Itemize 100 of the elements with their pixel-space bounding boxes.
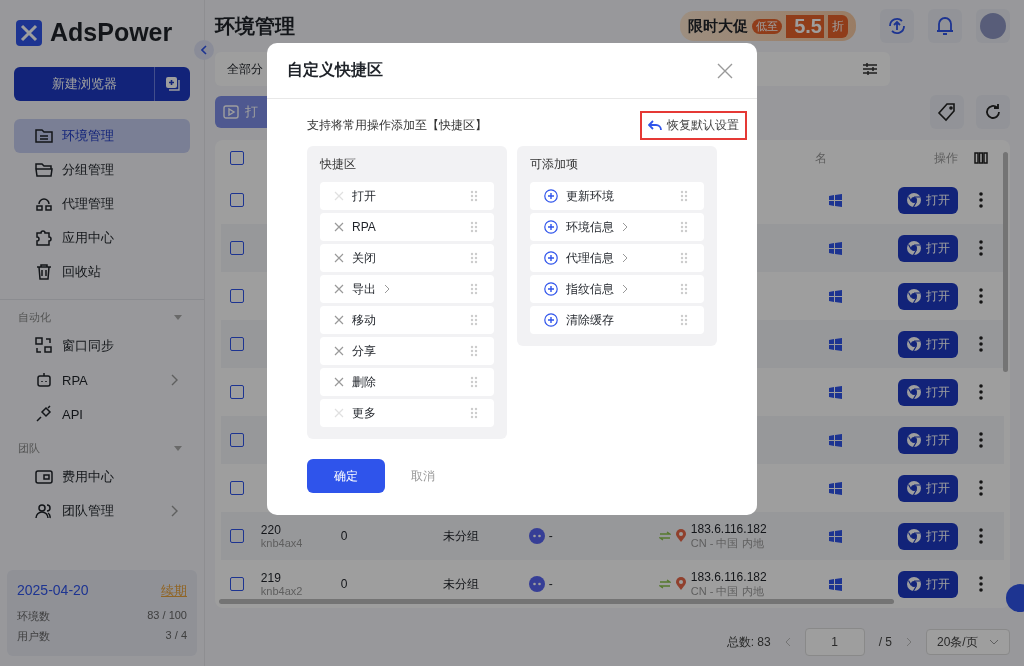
remove-icon[interactable]	[334, 315, 344, 325]
page-title: 环境管理	[215, 13, 296, 39]
shortcut-item[interactable]: RPA	[320, 213, 494, 241]
row-checkbox[interactable]	[229, 529, 244, 543]
nav-item[interactable]: 应用中心	[14, 221, 190, 255]
open-profile-button[interactable]: 打开	[898, 426, 959, 454]
nav-item[interactable]: RPA	[14, 363, 190, 397]
drag-handle-icon[interactable]	[470, 252, 478, 264]
available-item[interactable]: 环境信息	[530, 213, 704, 241]
update-button[interactable]	[880, 9, 914, 43]
drag-handle-icon[interactable]	[680, 314, 688, 326]
remove-icon[interactable]	[334, 346, 344, 356]
open-profile-button[interactable]: 打开	[898, 234, 959, 262]
platform-cell: -	[548, 529, 553, 543]
collapse-button[interactable]	[194, 40, 214, 60]
batch-add-button[interactable]	[155, 67, 190, 101]
panel-title: 可添加项	[530, 156, 579, 173]
row-checkbox[interactable]	[229, 433, 244, 447]
drag-handle-icon[interactable]	[470, 376, 478, 388]
profile-id: 220	[260, 523, 282, 537]
open-profile-button[interactable]: 打开	[898, 474, 959, 502]
row-checkbox[interactable]	[229, 481, 244, 495]
drag-handle-icon[interactable]	[470, 407, 478, 419]
row-checkbox[interactable]	[229, 241, 244, 255]
drag-handle-icon[interactable]	[680, 221, 688, 233]
nav-item[interactable]: 代理管理	[14, 187, 190, 221]
restore-defaults-button[interactable]: 恢复默认设置	[640, 111, 747, 140]
shortcut-item[interactable]: 打开	[320, 182, 494, 210]
drag-handle-icon[interactable]	[470, 190, 478, 202]
select-all-checkbox[interactable]	[229, 151, 244, 165]
nav-item[interactable]: 分组管理	[14, 153, 190, 187]
open-profile-button[interactable]: 打开	[898, 378, 959, 406]
add-icon[interactable]	[544, 220, 558, 234]
shortcut-item[interactable]: 分享	[320, 337, 494, 365]
more-icon[interactable]	[979, 288, 984, 304]
nav-item[interactable]: 窗口同步	[14, 329, 190, 363]
browser-icon	[906, 288, 923, 304]
available-item[interactable]: 清除缓存	[530, 306, 704, 334]
add-icon[interactable]	[544, 313, 558, 327]
new-browser-button[interactable]: 新建浏览器	[14, 67, 155, 101]
more-icon[interactable]	[979, 192, 984, 208]
row-checkbox[interactable]	[229, 193, 244, 207]
page-size-select[interactable]: 20条/页	[926, 629, 1010, 655]
group-filter[interactable]: 全部分	[227, 60, 263, 78]
shortcut-item[interactable]: 更多	[320, 399, 494, 427]
nav-item[interactable]: 环境管理	[14, 119, 190, 153]
drag-handle-icon[interactable]	[470, 314, 478, 326]
shortcut-item[interactable]: 导出	[320, 275, 494, 303]
drag-handle-icon[interactable]	[680, 252, 688, 264]
available-item[interactable]: 指纹信息	[530, 275, 704, 303]
nav-item[interactable]: 回收站	[14, 255, 190, 289]
shortcut-item[interactable]: 移动	[320, 306, 494, 334]
drag-handle-icon[interactable]	[470, 221, 478, 233]
filter-settings-icon[interactable]	[862, 62, 878, 76]
available-item[interactable]: 更新环境	[530, 182, 704, 210]
add-icon[interactable]	[544, 251, 558, 265]
add-icon[interactable]	[544, 282, 558, 296]
account-button[interactable]	[976, 9, 1010, 43]
more-icon[interactable]	[979, 432, 984, 448]
page-input[interactable]: 1	[804, 628, 865, 656]
shortcut-item[interactable]: 关闭	[320, 244, 494, 272]
open-profile-button[interactable]: 打开	[898, 522, 959, 550]
drag-handle-icon[interactable]	[680, 190, 688, 202]
promo-banner[interactable]: 限时大促 低至 5.5 折	[680, 11, 856, 41]
row-checkbox[interactable]	[229, 577, 244, 591]
add-icon[interactable]	[544, 189, 558, 203]
nav-item[interactable]: 团队管理	[14, 494, 190, 528]
notification-button[interactable]	[928, 9, 962, 43]
open-profile-button[interactable]: 打开	[898, 282, 959, 310]
open-profile-button[interactable]: 打开	[898, 330, 959, 358]
more-icon[interactable]	[979, 240, 984, 256]
nav-item[interactable]: API	[14, 397, 190, 431]
remove-icon[interactable]	[334, 222, 344, 232]
horizontal-scrollbar[interactable]	[219, 599, 894, 604]
more-icon[interactable]	[979, 480, 984, 496]
more-icon[interactable]	[979, 384, 984, 400]
available-item[interactable]: 代理信息	[530, 244, 704, 272]
remove-icon[interactable]	[334, 284, 344, 294]
close-icon[interactable]	[717, 62, 733, 79]
nav-item[interactable]: 费用中心	[14, 460, 190, 494]
shortcut-item[interactable]: 删除	[320, 368, 494, 396]
column-settings-icon[interactable]	[974, 152, 989, 164]
more-icon[interactable]	[979, 576, 984, 592]
open-profile-button[interactable]: 打开	[898, 186, 959, 214]
refresh-button[interactable]	[976, 95, 1010, 129]
confirm-button[interactable]: 确定	[307, 459, 385, 493]
drag-handle-icon[interactable]	[470, 283, 478, 295]
remove-icon[interactable]	[334, 253, 344, 263]
more-icon[interactable]	[979, 336, 984, 352]
more-icon[interactable]	[979, 528, 984, 544]
drag-handle-icon[interactable]	[680, 283, 688, 295]
drag-handle-icon[interactable]	[470, 345, 478, 357]
tag-button[interactable]	[930, 95, 964, 129]
remove-icon[interactable]	[334, 377, 344, 387]
row-checkbox[interactable]	[229, 337, 244, 351]
vertical-scrollbar[interactable]	[1003, 152, 1008, 372]
row-checkbox[interactable]	[229, 289, 244, 303]
open-profile-button[interactable]: 打开	[898, 570, 959, 598]
row-checkbox[interactable]	[229, 385, 244, 399]
platform-icon	[528, 528, 545, 544]
